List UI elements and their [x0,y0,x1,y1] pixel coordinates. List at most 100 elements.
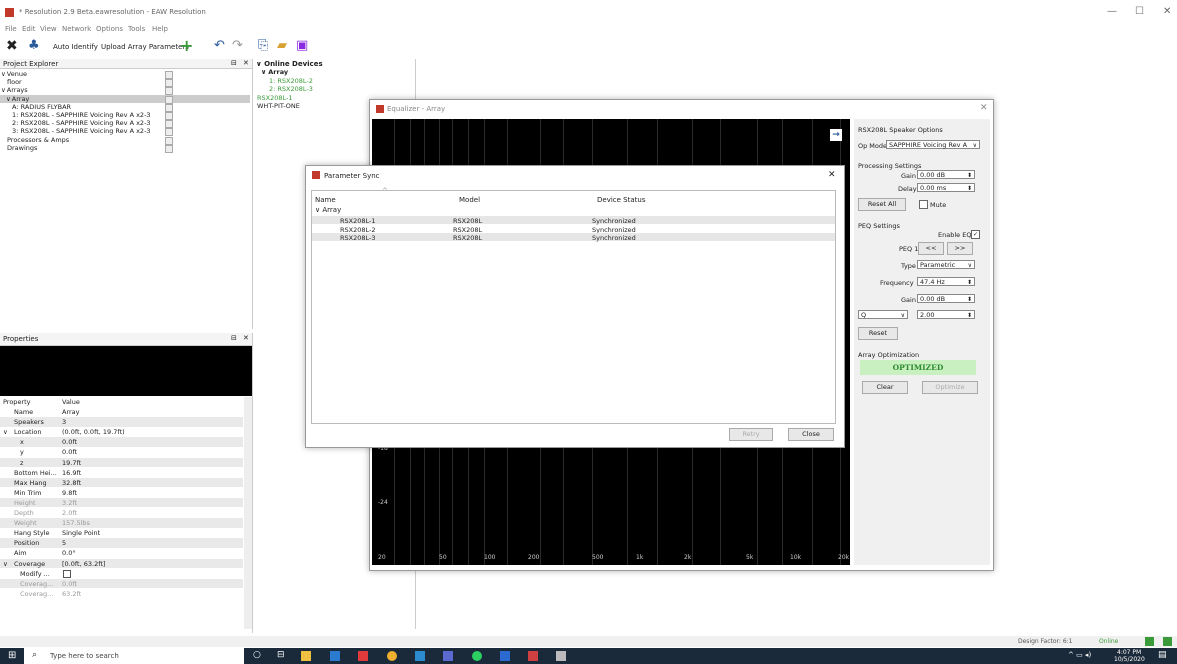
mute-checkbox[interactable] [919,200,928,209]
tree-item[interactable]: floor [0,78,250,88]
network-icon[interactable]: ♣ [28,38,40,53]
frequency-input[interactable]: 47.4 Hz ⬍ [917,277,975,286]
app-icon[interactable] [330,651,340,661]
property-value[interactable]: 0.0ft [62,448,77,456]
property-value[interactable]: (0.0ft, 0.0ft, 19.7ft) [62,428,125,436]
column-status[interactable]: Device Status [597,196,645,204]
property-row[interactable]: Coverag... 0.0ft [0,578,243,589]
clock-time[interactable]: 4:07 PM [1117,649,1141,656]
property-value[interactable]: 32.8ft [62,479,81,487]
reset-all-button[interactable]: Reset All [858,198,906,211]
enable-eq-checkbox[interactable]: ✓ [971,230,980,239]
maximize-button[interactable]: ☐ [1135,6,1144,17]
peq-next-button[interactable]: >> [947,242,973,255]
auto-identify-button[interactable]: Auto Identify [53,43,98,51]
op-mode-select[interactable]: SAPPHIRE Voicing Rev A ∨ [886,140,980,149]
expander-icon[interactable]: ∨ [6,95,11,103]
tree-item[interactable]: ∨Venue [0,70,250,79]
property-value[interactable]: 63.2ft [62,590,81,598]
close-window-button[interactable]: ✕ [1163,6,1171,17]
property-value[interactable]: 19.7ft [62,459,81,467]
upload-array-button[interactable]: Upload Array Parameters [101,43,189,51]
online-device-item[interactable]: 2: RSX208L-3 [269,85,313,93]
property-value[interactable]: 9.8ft [62,489,77,497]
peq-gain-input[interactable]: 0.00 dB ⬍ [917,294,975,303]
property-value[interactable]: [0.0ft, 63.2ft] [62,560,105,568]
app-icon[interactable] [358,651,368,661]
expander-icon[interactable]: ∨ [1,70,6,78]
pin-icon[interactable]: ⊟ [231,59,237,67]
open-folder-icon[interactable]: ▰ [277,38,287,53]
device-row[interactable]: RSX208L-1 RSX208L Synchronized [312,216,835,225]
retry-button[interactable]: Retry [729,428,773,441]
property-row[interactable]: y 0.0ft [0,447,243,457]
app-icon[interactable] [415,651,425,661]
property-row[interactable]: ∨ Coverage [0.0ft, 63.2ft] [0,558,243,568]
property-row[interactable]: Aim 0.0° [0,548,243,558]
add-icon[interactable]: + [180,36,193,55]
save-icon[interactable]: ▣ [296,38,308,53]
equalizer-close-button[interactable]: ✕ [980,103,988,113]
tree-item[interactable]: Drawings [0,144,250,153]
file-explorer-icon[interactable] [301,651,311,661]
undo-icon[interactable]: ↶ [214,38,225,53]
tools-icon[interactable]: ✖ [6,38,18,54]
property-value[interactable]: 5 [62,539,66,547]
property-row[interactable]: Coverag... 63.2ft [0,589,243,599]
menu-help[interactable]: Help [152,25,168,33]
property-value[interactable]: 3.2ft [62,499,77,507]
property-row[interactable]: z 19.7ft [0,457,243,467]
new-file-icon[interactable]: ⎘ [258,38,268,53]
property-value[interactable]: 0.0ft [62,438,77,446]
tree-group-array[interactable]: ∨ Array [315,206,341,214]
property-row[interactable]: Weight 157.5lbs [0,518,243,528]
tree-item[interactable]: 3: RSX208L - SAPPHIRE Voicing Rev A x2-3 [0,127,250,137]
property-row[interactable]: Position 5 [0,538,243,548]
property-value[interactable]: Array [62,408,80,416]
tree-item[interactable]: 2: RSX208L - SAPPHIRE Voicing Rev A x2-3 [0,119,250,129]
expander-icon[interactable]: ∨ [3,560,8,568]
app-icon[interactable] [556,651,566,661]
arrow-right-icon[interactable]: → [830,129,842,141]
tree-action-icon[interactable] [165,144,173,153]
tree-item[interactable]: ∨Array [0,94,250,104]
task-view-icon[interactable]: ○ [253,650,261,660]
property-row[interactable]: Modify ... [0,569,243,579]
resolution-icon[interactable] [528,651,538,661]
minimize-button[interactable]: — [1107,6,1117,17]
clock-date[interactable]: 10/5/2020 [1114,656,1145,663]
property-row[interactable]: Depth 2.0ft [0,508,243,518]
refresh-icon[interactable] [1145,637,1154,646]
online-device-item[interactable]: RSX208L-1 [257,94,293,102]
close-button[interactable]: Close [788,428,834,441]
pin-icon[interactable]: ⊟ [231,334,237,342]
tree-item[interactable]: ∨Arrays [0,86,250,96]
property-row[interactable]: Hang Style Single Point [0,528,243,538]
tree-item[interactable]: Processors & Amps [0,136,250,145]
redo-icon[interactable]: ↷ [232,38,243,53]
property-row[interactable]: Bottom Hei... 16.9ft [0,468,243,478]
teams-icon[interactable] [443,651,453,661]
tree-item[interactable]: A: RADIUS FLYBAR [0,103,250,112]
column-name[interactable]: Name [315,196,336,204]
chrome-icon[interactable] [387,651,397,661]
optimize-button[interactable]: Optimize [922,381,978,394]
delay-input[interactable]: 0.00 ms ⬍ [917,183,975,192]
property-row[interactable]: Speakers 3 [0,417,243,427]
property-value[interactable]: 0.0ft [62,580,77,588]
menu-options[interactable]: Options [96,25,123,33]
peq-prev-button[interactable]: << [918,242,944,255]
expander-icon[interactable]: ∨ [256,60,264,68]
tree-item[interactable]: 1: RSX208L - SAPPHIRE Voicing Rev A x2-3 [0,111,250,120]
property-row[interactable]: Name Array [0,407,243,417]
menu-file[interactable]: File [5,25,17,33]
word-icon[interactable] [500,651,510,661]
column-model[interactable]: Model [459,196,480,204]
tray-icons[interactable]: ^ ▭ ◂) [1068,651,1091,659]
menu-edit[interactable]: Edit [22,25,36,33]
online-device-item[interactable]: ∨ Array [261,68,288,76]
online-device-item[interactable]: WHT-PIT-ONE [257,102,300,110]
property-value[interactable]: 0.0° [62,549,76,557]
type-select[interactable]: Parametric ∨ [917,260,975,269]
property-row[interactable]: Min Trim 9.8ft [0,488,243,498]
